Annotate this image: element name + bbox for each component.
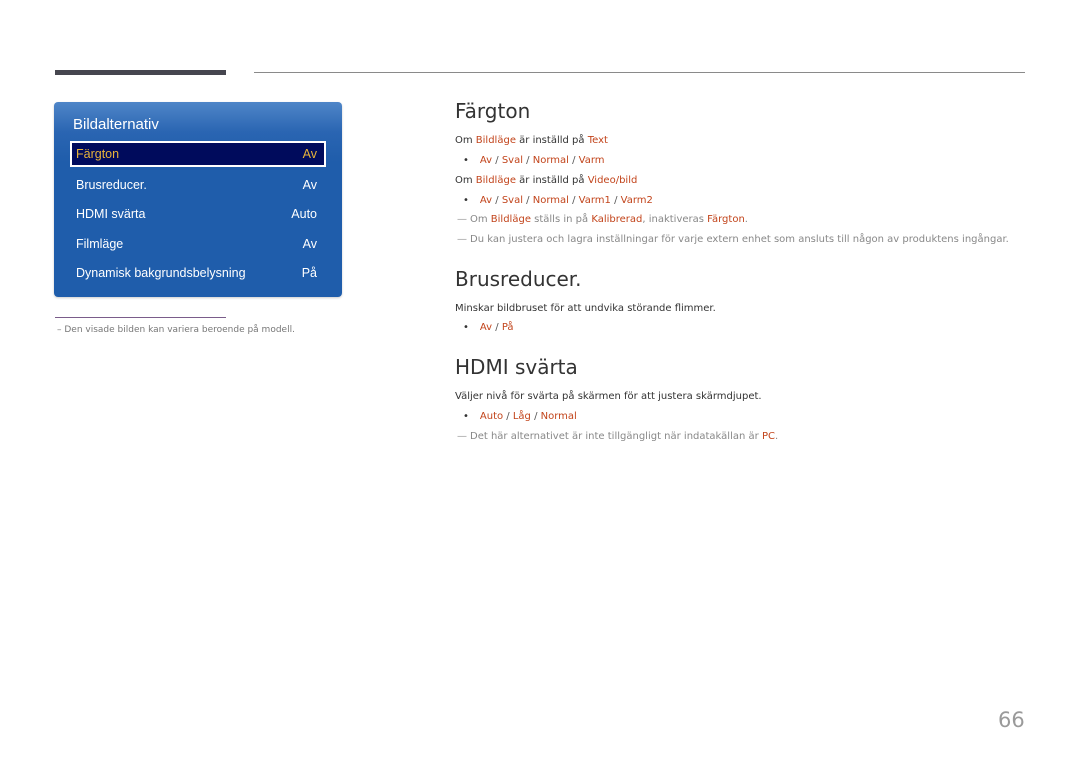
text: ställs in på — [530, 214, 592, 225]
option-value: Av — [479, 195, 493, 206]
osd-item-value: Auto — [291, 207, 317, 221]
option-value: Låg — [512, 411, 531, 422]
option-value: Normal — [540, 411, 577, 422]
option-value: Av — [479, 322, 493, 333]
paragraph-fargton-text-mode: Om Bildläge är inställd på Text — [455, 135, 608, 146]
footnote-divider — [55, 317, 226, 318]
note-hdmi-pc: — Det här alternativet är inte tillgängli… — [457, 431, 778, 442]
text: Om — [455, 175, 476, 186]
heading-brusreducer: Brusreducer. — [455, 267, 582, 291]
note-icon: — — [457, 431, 467, 442]
osd-item-fargton[interactable]: Färgton Av — [70, 141, 326, 167]
text: . — [744, 214, 748, 225]
bullet-icon: • — [463, 322, 469, 333]
header-rule-thin — [254, 72, 1025, 73]
bullet-icon: • — [463, 195, 469, 206]
text: är inställd på — [515, 135, 588, 146]
text: är inställd på — [515, 175, 588, 186]
osd-item-label: Dynamisk bakgrundsbelysning — [76, 266, 246, 280]
option-value: Av — [479, 155, 493, 166]
header-rule-thick — [55, 70, 226, 75]
paragraph-fargton-video-mode: Om Bildläge är inställd på Video/bild — [455, 175, 637, 186]
option-value: Sval — [501, 155, 523, 166]
highlight-kalibrerad: Kalibrerad — [591, 214, 643, 225]
bullet-icon: • — [463, 411, 469, 422]
option-separator: / — [503, 411, 513, 422]
option-separator: / — [568, 195, 579, 206]
options-list-fargton-text: • Av / Sval / Normal / Varm — [463, 155, 605, 166]
osd-item-brusreducer[interactable]: Brusreducer. Av — [70, 172, 326, 198]
option-separator: / — [492, 155, 502, 166]
osd-item-value: Av — [302, 147, 317, 161]
heading-hdmi-svarta: HDMI svärta — [455, 355, 578, 379]
options-list-brusreducer: • Av / På — [463, 322, 514, 333]
paragraph-hdmi-svarta: Väljer nivå för svärta på skärmen för at… — [455, 391, 762, 402]
option-value: Varm — [578, 155, 605, 166]
paragraph-brusreducer: Minskar bildbruset för att undvika störa… — [455, 303, 716, 314]
osd-item-filmlage[interactable]: Filmläge Av — [70, 231, 326, 257]
option-separator: / — [568, 155, 579, 166]
text: Om — [455, 135, 476, 146]
highlight-bildlage: Bildläge — [475, 135, 516, 146]
option-value: Sval — [501, 195, 523, 206]
osd-item-value: Av — [302, 237, 317, 251]
option-separator: / — [523, 155, 533, 166]
osd-item-value: På — [301, 266, 317, 280]
highlight-bildlage: Bildläge — [490, 214, 531, 225]
option-separator: / — [530, 411, 541, 422]
highlight-fargton: Färgton — [707, 214, 745, 225]
note-fargton-external-devices: — Du kan justera och lagra inställningar … — [457, 234, 1009, 245]
option-separator: / — [492, 195, 502, 206]
options-list-fargton-video: • Av / Sval / Normal / Varm1 / Varm2 — [463, 195, 653, 206]
text: Om — [470, 214, 491, 225]
options-list-hdmi-svarta: • Auto / Låg / Normal — [463, 411, 577, 422]
osd-item-hdmi-svarta[interactable]: HDMI svärta Auto — [70, 201, 326, 227]
osd-item-dynamisk-bakgrundsbelysning[interactable]: Dynamisk bakgrundsbelysning På — [70, 260, 326, 286]
note-fargton-kalibrerad: — Om Bildläge ställs in på Kalibrerad, in… — [457, 214, 748, 225]
option-value: Normal — [532, 155, 569, 166]
highlight-text: Text — [587, 135, 608, 146]
note-icon: — — [457, 234, 467, 245]
osd-item-value: Av — [302, 178, 317, 192]
page-number: 66 — [998, 708, 1025, 732]
option-value: Auto — [479, 411, 504, 422]
text: . — [774, 431, 779, 442]
osd-item-label: HDMI svärta — [76, 207, 146, 221]
highlight-bildlage: Bildläge — [475, 175, 516, 186]
text: Du kan justera och lagra inställningar f… — [470, 234, 1009, 245]
option-value: På — [501, 322, 514, 333]
text: , inaktiveras — [642, 214, 708, 225]
osd-item-label: Brusreducer. — [76, 178, 147, 192]
footnote: – Den visade bilden kan variera beroende… — [57, 325, 295, 335]
highlight-pc: PC — [761, 431, 775, 442]
option-separator: / — [610, 195, 621, 206]
bullet-icon: • — [463, 155, 469, 166]
text: Det här alternativet är inte tillgänglig… — [470, 431, 762, 442]
option-value: Normal — [532, 195, 569, 206]
osd-menu-title: Bildalternativ — [73, 116, 159, 133]
heading-fargton: Färgton — [455, 99, 531, 123]
osd-menu-bildalternativ: Bildalternativ Färgton Av Brusreducer. A… — [54, 102, 342, 297]
option-separator: / — [523, 195, 533, 206]
option-separator: / — [492, 322, 502, 333]
option-value: Varm2 — [620, 195, 653, 206]
highlight-video-bild: Video/bild — [587, 175, 638, 186]
osd-item-label: Färgton — [76, 147, 120, 161]
option-value: Varm1 — [578, 195, 611, 206]
osd-item-label: Filmläge — [76, 237, 124, 251]
note-icon: — — [457, 214, 467, 225]
